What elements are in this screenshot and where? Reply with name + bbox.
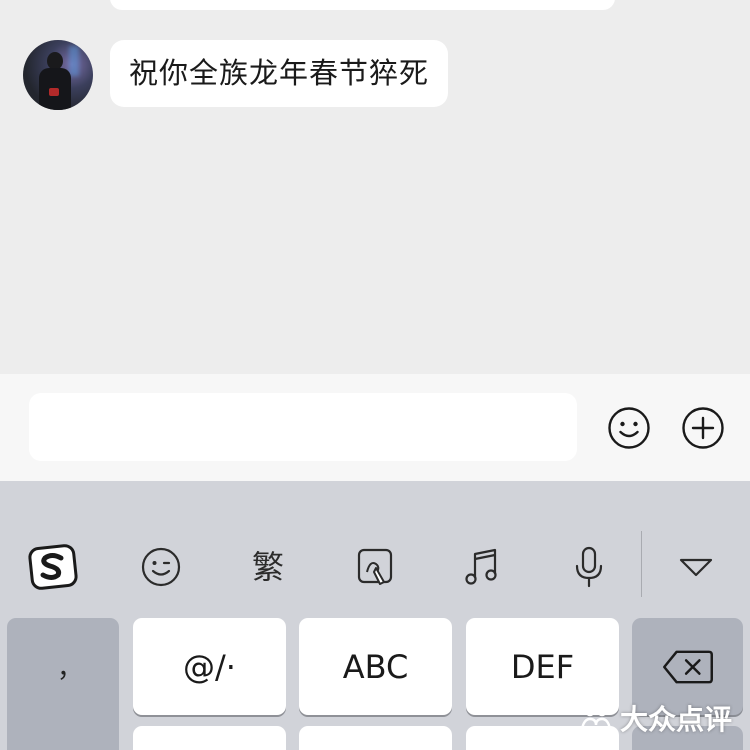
key-abc[interactable]: ABC	[299, 618, 452, 715]
key-symbols[interactable]: @/·	[133, 618, 286, 715]
key-abc-label: ABC	[342, 647, 409, 686]
watermark-logo-icon	[580, 705, 612, 731]
collapse-keyboard-button[interactable]	[668, 539, 724, 595]
keyboard-emoji-button[interactable]	[133, 539, 189, 595]
sogou-logo	[28, 544, 78, 590]
handwriting-icon	[357, 548, 393, 585]
microphone-icon	[575, 546, 603, 588]
watermark: 大众点评	[578, 698, 732, 738]
music-note-icon	[465, 548, 497, 585]
plus-circle-icon	[682, 407, 724, 449]
triangle-down-icon	[679, 558, 713, 577]
message-bubble[interactable]: 祝你全族龙年春节猝死	[110, 40, 449, 107]
keyboard: 繁 ， 。 @/· ABC	[0, 481, 750, 750]
key-def-label: DEF	[510, 647, 575, 686]
smiley-icon	[608, 407, 650, 449]
period-key-label: 。	[59, 730, 85, 750]
key-jkl[interactable]	[299, 726, 452, 750]
toolbar-divider	[641, 531, 642, 597]
delete-icon	[662, 650, 713, 683]
emoji-button[interactable]	[607, 406, 651, 450]
key-ghi[interactable]	[133, 726, 286, 750]
punctuation-column[interactable]: ， 。	[7, 618, 119, 750]
input-bar	[0, 374, 750, 481]
voice-input-button[interactable]	[561, 539, 617, 595]
avatar[interactable]	[23, 40, 93, 110]
chat-area: 祝你全族龙年春节猝死	[0, 0, 750, 374]
watermark-text: 大众点评	[619, 703, 732, 736]
winking-smiley-icon	[141, 547, 181, 587]
avatar-figure-accent	[49, 88, 59, 96]
traditional-chinese-label: 繁	[251, 548, 284, 586]
message-input[interactable]	[29, 393, 577, 461]
add-button[interactable]	[681, 406, 725, 450]
avatar-background-light	[69, 46, 79, 76]
handwriting-button[interactable]	[347, 539, 403, 595]
music-button[interactable]	[454, 539, 510, 595]
key-symbols-label: @/·	[183, 647, 236, 686]
traditional-chinese-toggle[interactable]: 繁	[240, 539, 296, 595]
sogou-logo-button[interactable]	[25, 539, 81, 595]
previous-message-bubble[interactable]	[110, 0, 615, 10]
comma-key-label: ，	[57, 654, 84, 684]
